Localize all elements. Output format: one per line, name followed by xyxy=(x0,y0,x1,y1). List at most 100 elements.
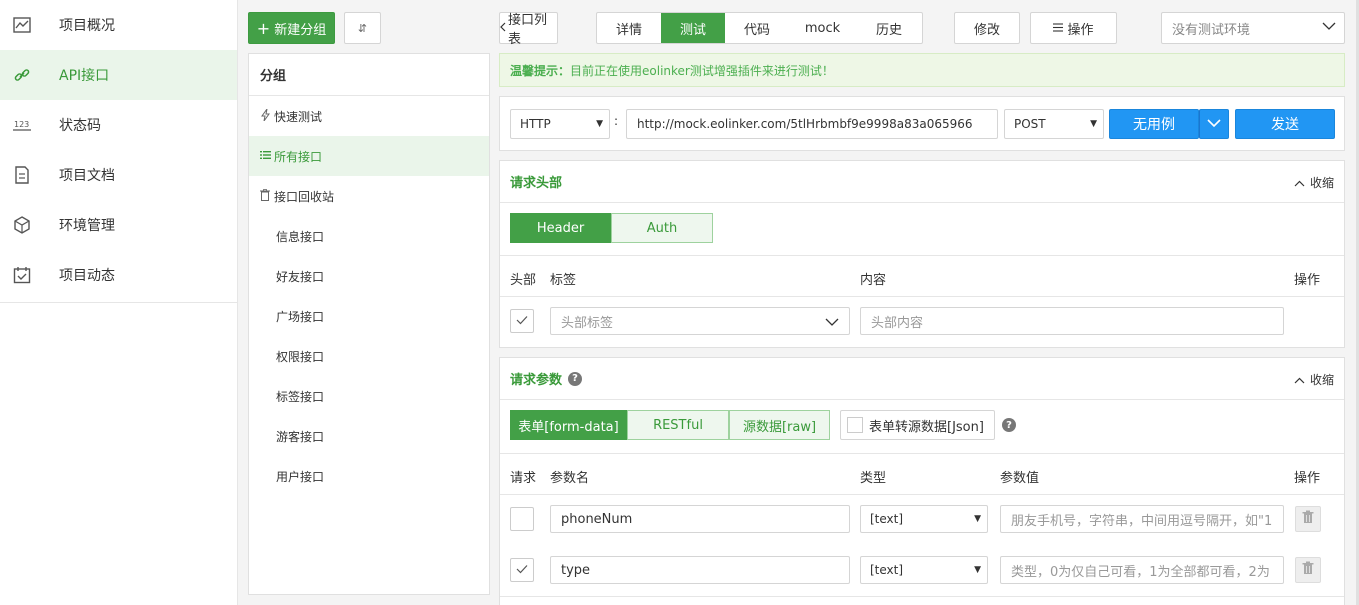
new-group-button[interactable]: + 新建分组 xyxy=(248,12,335,44)
headers-tabs: Header Auth xyxy=(510,213,713,243)
headers-collapse-toggle[interactable]: 收缩 xyxy=(1294,174,1334,191)
operations-button[interactable]: 操作 xyxy=(1030,12,1117,44)
nav-item-label: 项目动态 xyxy=(59,268,115,284)
env-select[interactable]: 没有测试环境 xyxy=(1161,12,1345,44)
group-item-child[interactable]: 标签接口 xyxy=(249,376,489,416)
header-tag-placeholder: 头部标签 xyxy=(561,315,614,331)
nav-item-activity[interactable]: 项目动态 xyxy=(0,250,237,300)
nav-item-label: 项目概况 xyxy=(59,18,115,34)
json-toggle-checkbox[interactable] xyxy=(847,417,863,433)
group-item-child[interactable]: 信息接口 xyxy=(249,216,489,256)
env-select-value: 没有测试环境 xyxy=(1172,22,1251,38)
tab-header[interactable]: Header xyxy=(510,213,611,243)
check-icon xyxy=(516,314,528,329)
headers-panel-head: 请求头部 收缩 xyxy=(500,161,1344,203)
link-icon xyxy=(12,65,32,85)
params-panel-head: 请求参数 ? 收缩 xyxy=(500,358,1344,400)
group-panel: 分组 快速测试 所有接口 接口回收站 信息接口 好友接口 广场接口 权限接口 标… xyxy=(248,53,490,595)
headers-panel: 请求头部 收缩 Header Auth 头部 标签 内容 操作 头部标签 头部内… xyxy=(499,160,1345,348)
sort-button[interactable]: ⇵ xyxy=(344,12,381,44)
method-value: POST xyxy=(1014,117,1046,131)
header-row-checkbox[interactable] xyxy=(510,309,534,333)
col-req: 请求 xyxy=(510,471,537,486)
sort-icon: ⇵ xyxy=(357,21,368,35)
help-icon[interactable]: ? xyxy=(568,371,583,386)
param-value-input[interactable]: 朋友手机号，字符串，中间用逗号隔开，如"1 xyxy=(1000,505,1284,533)
group-item-child[interactable]: 用户接口 xyxy=(249,456,489,496)
group-column: + 新建分组 ⇵ 分组 快速测试 所有接口 接口回收站 信息接口 好友接口 广场… xyxy=(238,0,499,605)
caret-down-icon: ▼ xyxy=(596,119,603,129)
send-button[interactable]: 发送 xyxy=(1235,109,1335,139)
document-icon xyxy=(12,165,32,185)
nav-item-api[interactable]: API接口 xyxy=(0,50,237,100)
tab-form-data[interactable]: 表单[form-data] xyxy=(510,410,627,440)
back-to-list-button[interactable]: 接口列表 xyxy=(499,12,558,47)
nav-item-label: 环境管理 xyxy=(59,218,115,234)
nav-item-env[interactable]: 环境管理 xyxy=(0,200,237,250)
tab-detail[interactable]: 详情 xyxy=(597,13,661,43)
group-item-recycle[interactable]: 接口回收站 xyxy=(249,176,489,216)
tab-history[interactable]: 历史 xyxy=(856,13,922,43)
menu-icon xyxy=(1053,21,1064,36)
param-name-input[interactable]: phoneNum xyxy=(550,505,850,533)
form-to-json-toggle[interactable]: 表单转源数据[Json] xyxy=(840,410,995,440)
header-tag-input[interactable]: 头部标签 xyxy=(550,307,850,335)
nav-item-status-code[interactable]: 123 状态码 xyxy=(0,100,237,150)
group-item-child[interactable]: 广场接口 xyxy=(249,296,489,336)
row-divider xyxy=(500,596,1344,597)
tab-test[interactable]: 测试 xyxy=(661,13,725,43)
method-select[interactable]: POST ▼ xyxy=(1004,109,1104,139)
tab-auth[interactable]: Auth xyxy=(611,213,713,243)
tab-raw[interactable]: 源数据[raw] xyxy=(729,410,830,440)
group-item-label: 标签接口 xyxy=(276,389,325,404)
tab-mock[interactable]: mock xyxy=(789,13,856,43)
param-value-input[interactable]: 类型，0为仅自己可看，1为全部都可看，2为 xyxy=(1000,556,1284,584)
api-tabs: 详情 测试 代码 mock 历史 xyxy=(596,12,923,44)
edit-button[interactable]: 修改 xyxy=(954,12,1020,44)
tip-prefix: 温馨提示： xyxy=(510,63,571,78)
list-icon xyxy=(258,150,272,163)
url-input[interactable]: http://mock.eolinker.com/5tlHrbmbf9e9998… xyxy=(626,109,998,139)
protocol-value: HTTP xyxy=(520,117,551,131)
help-icon[interactable]: ? xyxy=(1002,418,1016,432)
chart-line-icon xyxy=(12,15,32,35)
test-case-dropdown[interactable] xyxy=(1199,109,1229,139)
test-case-button[interactable]: 无用例 xyxy=(1109,109,1199,139)
protocol-select[interactable]: HTTP ▼ xyxy=(510,109,610,139)
group-item-child[interactable]: 游客接口 xyxy=(249,416,489,456)
chevron-down-icon xyxy=(1207,116,1221,132)
col-op: 操作 xyxy=(1294,273,1321,288)
col-head: 头部 xyxy=(510,273,537,288)
delete-row-button[interactable] xyxy=(1295,506,1321,532)
group-item-child[interactable]: 权限接口 xyxy=(249,336,489,376)
main-area: 接口列表 详情 测试 代码 mock 历史 修改 操作 没有测试环境 温馨提示：… xyxy=(499,0,1359,605)
caret-down-icon: ▼ xyxy=(974,565,981,575)
group-item-all-api[interactable]: 所有接口 xyxy=(249,136,489,176)
group-item-label: 所有接口 xyxy=(274,149,323,164)
param-name-input[interactable]: type xyxy=(550,556,850,584)
nav-item-docs[interactable]: 项目文档 xyxy=(0,150,237,200)
param-type-select[interactable]: [text] ▼ xyxy=(860,556,988,584)
param-type-value: [text] xyxy=(870,563,904,577)
chevron-up-icon xyxy=(1294,176,1305,190)
delete-row-button[interactable] xyxy=(1295,557,1321,583)
trash-icon xyxy=(258,188,272,204)
param-row-checkbox[interactable] xyxy=(510,558,534,582)
request-bar: HTTP ▼ : http://mock.eolinker.com/5tlHrb… xyxy=(499,96,1345,151)
header-content-input[interactable]: 头部内容 xyxy=(860,307,1284,335)
group-item-quick-test[interactable]: 快速测试 xyxy=(249,96,489,136)
group-item-child[interactable]: 好友接口 xyxy=(249,256,489,296)
col-tag: 标签 xyxy=(550,273,577,288)
param-row-checkbox[interactable] xyxy=(510,507,534,531)
group-item-label: 好友接口 xyxy=(276,269,325,284)
tab-restful[interactable]: RESTful xyxy=(627,410,729,440)
collapse-label: 收缩 xyxy=(1309,373,1334,387)
params-collapse-toggle[interactable]: 收缩 xyxy=(1294,371,1334,388)
nav-item-overview[interactable]: 项目概况 xyxy=(0,0,237,50)
col-type: 类型 xyxy=(860,471,887,486)
tab-code[interactable]: 代码 xyxy=(725,13,789,43)
param-type-select[interactable]: [text] ▼ xyxy=(860,505,988,533)
group-item-label: 广场接口 xyxy=(276,309,325,324)
headers-table-head: 头部 标签 内容 操作 xyxy=(500,255,1344,297)
trash-icon xyxy=(1302,510,1314,528)
